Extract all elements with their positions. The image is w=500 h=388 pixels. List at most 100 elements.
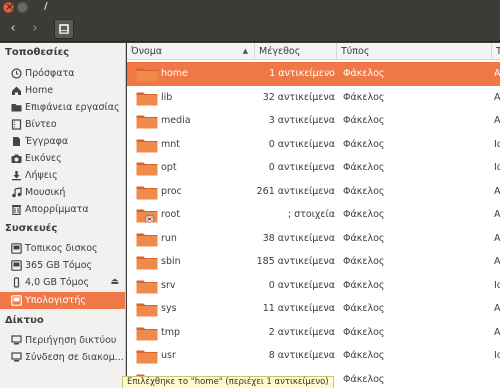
file-extra: Α xyxy=(494,91,500,103)
devices-heading: Συσκευές xyxy=(5,223,58,234)
file-name: tmp xyxy=(161,326,181,338)
file-extra: Ια xyxy=(494,350,500,361)
status-tooltip: Επιλέχθηκε το "home" (περιέχει 1 αντικεί… xyxy=(122,376,334,388)
file-size: 185 αντικείμενα xyxy=(256,256,335,267)
file-size: 8 αντικείμενα xyxy=(268,350,335,361)
folder-icon xyxy=(136,115,158,129)
sidebar-item-desktop[interactable]: Επιφάνεια εργασίας xyxy=(0,99,125,116)
folder-icon xyxy=(136,303,158,317)
column-header-size[interactable]: Μέγεθος xyxy=(255,43,337,60)
path-root-button[interactable] xyxy=(54,19,74,39)
file-size: 1 αντικείμενο xyxy=(269,68,335,79)
file-extra: Α xyxy=(494,326,500,338)
table-row[interactable]: home 1 αντικείμενο Φάκελος Α xyxy=(127,62,500,86)
eject-icon[interactable]: ⏏ xyxy=(110,274,119,291)
sidebar-item-connect-server[interactable]: Σύνδεση σε διακομ... xyxy=(0,349,125,366)
window-title: / xyxy=(44,1,48,12)
sidebar-item-volume-365gb[interactable]: 365 GB Τόμος xyxy=(0,257,125,274)
sidebar-item-label: Τοπικος δισκος xyxy=(25,243,98,254)
file-extra: Ια xyxy=(494,279,500,291)
file-size: 38 αντικείμενα xyxy=(262,232,335,244)
drive-icon xyxy=(11,295,22,306)
table-row[interactable]: lib 32 αντικείμενα Φάκελος Α xyxy=(127,86,500,110)
sidebar-item-music[interactable]: Μουσική xyxy=(0,184,125,201)
sidebar-item-volume-4gb[interactable]: 4,0 GB Τόμος ⏏ xyxy=(0,274,125,291)
column-header-extra[interactable]: Τρ xyxy=(492,43,500,60)
table-row[interactable]: run 38 αντικείμενα Φάκελος Α xyxy=(127,227,500,251)
sidebar-item-home[interactable]: Home xyxy=(0,82,125,99)
sidebar-item-browse-network[interactable]: Περιήγηση δικτύου xyxy=(0,332,125,349)
file-extra: Α xyxy=(494,185,500,197)
file-name: srv xyxy=(161,279,176,291)
sidebar-item-computer[interactable]: Υπολογιστής xyxy=(0,292,125,309)
network-icon xyxy=(11,335,22,345)
sidebar-item-trash[interactable]: Απορρίμματα xyxy=(0,201,125,218)
sidebar-item-label: Σύνδεση σε διακομ... xyxy=(25,352,124,363)
file-name: opt xyxy=(161,162,177,173)
table-row[interactable]: opt 0 αντικείμενα Φάκελος Ια xyxy=(127,156,500,180)
column-header-type[interactable]: Τύπος xyxy=(337,43,492,60)
file-list: Όνομα ▲ Μέγεθος Τύπος Τρ home 1 αντικείμε… xyxy=(127,43,500,388)
chevron-right-icon: › xyxy=(32,21,38,36)
network-heading: Δίκτυο xyxy=(5,315,44,326)
file-type: Φάκελος xyxy=(343,256,385,267)
file-extra: Α xyxy=(494,115,500,126)
drive-icon xyxy=(11,260,22,271)
folder-icon xyxy=(136,350,158,364)
file-type: Φάκελος xyxy=(343,91,385,103)
clock-icon xyxy=(11,68,22,79)
folder-icon xyxy=(136,139,158,152)
close-button[interactable] xyxy=(3,0,14,13)
table-row[interactable]: media 3 αντικείμενα Φάκελος Α xyxy=(127,109,500,133)
file-type: Φάκελος xyxy=(343,232,385,244)
sidebar-item-label: Μουσική xyxy=(25,187,66,198)
folder-icon xyxy=(136,209,158,223)
camera-icon xyxy=(11,154,22,163)
toolbar: ‹ › xyxy=(0,16,500,42)
table-row[interactable]: proc 261 αντικείμενα Φάκελος Α xyxy=(127,180,500,204)
folder-icon xyxy=(11,104,22,112)
document-icon xyxy=(13,137,20,146)
column-label: Τύπος xyxy=(341,46,370,57)
file-name: home xyxy=(161,68,188,79)
minimize-button[interactable] xyxy=(17,2,28,13)
sidebar-item-videos[interactable]: Βίντεο xyxy=(0,116,125,133)
file-size: 0 αντικείμενα xyxy=(268,162,335,173)
column-header-name[interactable]: Όνομα ▲ xyxy=(127,43,255,60)
file-extra: Α xyxy=(494,68,500,79)
sort-ascending-icon: ▲ xyxy=(242,47,248,55)
table-row[interactable]: srv 0 αντικείμενα Φάκελος Ια xyxy=(127,274,500,298)
sidebar-item-downloads[interactable]: Λήψεις xyxy=(0,167,125,184)
file-type: Φάκελος xyxy=(343,185,385,197)
column-header: Όνομα ▲ Μέγεθος Τύπος Τρ xyxy=(127,43,500,60)
sidebar-item-documents[interactable]: Έγγραφα xyxy=(0,133,125,150)
file-type: Φάκελος xyxy=(343,162,385,173)
file-name: root xyxy=(161,209,181,220)
sidebar-item-recent[interactable]: Πρόσφατα xyxy=(0,65,125,82)
table-row[interactable]: usr 8 αντικείμενα Φάκελος Ια xyxy=(127,344,500,368)
column-label: Όνομα xyxy=(131,46,163,57)
file-name: proc xyxy=(161,185,182,197)
sidebar-item-label: Πρόσφατα xyxy=(25,68,75,79)
table-row[interactable]: root ; στοιχεία Φάκελος Α xyxy=(127,203,500,227)
table-row[interactable]: tmp 2 αντικείμενα Φάκελος Α xyxy=(127,321,500,345)
table-row[interactable]: mnt 0 αντικείμενα Φάκελος Ια xyxy=(127,133,500,157)
home-icon xyxy=(12,86,21,95)
folder-icon xyxy=(136,256,158,270)
file-extra: Ια xyxy=(494,162,500,173)
sidebar-item-pictures[interactable]: Εικόνες xyxy=(0,150,125,167)
sidebar-item-label: 365 GB Τόμος xyxy=(25,260,93,271)
column-label: Τρ xyxy=(496,46,500,57)
sidebar-item-label: Επιφάνεια εργασίας xyxy=(25,102,120,113)
sidebar-item-local-disk[interactable]: Τοπικος δισκος xyxy=(0,240,125,257)
forward-button[interactable]: › xyxy=(24,19,46,39)
file-type: Φάκελος xyxy=(343,209,385,220)
table-row[interactable]: sbin 185 αντικείμενα Φάκελος Α xyxy=(127,250,500,274)
file-type: Φάκελος xyxy=(343,326,385,338)
table-row[interactable]: sys 11 αντικείμενα Φάκελος Α xyxy=(127,297,500,321)
back-button[interactable]: ‹ xyxy=(2,19,24,39)
sidebar-item-label: Home xyxy=(25,85,54,96)
file-size: 0 αντικείμενα xyxy=(268,279,335,291)
folder-icon xyxy=(136,162,158,176)
file-name: run xyxy=(161,232,177,244)
